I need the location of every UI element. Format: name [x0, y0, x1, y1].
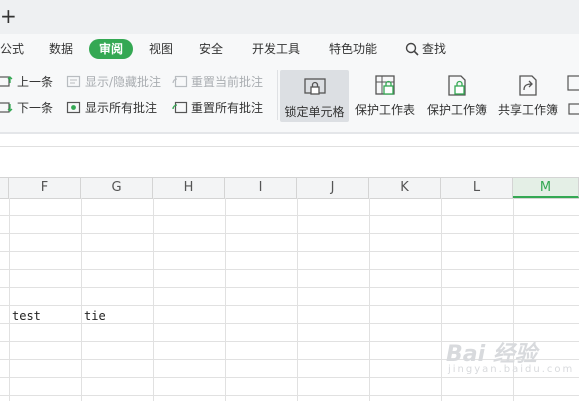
column-header-l[interactable]: L — [441, 178, 513, 198]
share-workbook-label: 共享工作簿 — [497, 103, 558, 117]
show-hide-comment-label: 显示/隐藏批注 — [85, 75, 162, 89]
column-header-m[interactable]: M — [513, 178, 579, 198]
title-bar — [0, 0, 579, 34]
ribbon-divider — [277, 70, 278, 120]
column-header-i[interactable]: I — [225, 178, 297, 198]
lock-cells-button[interactable]: 锁定单元格 — [280, 70, 349, 122]
protect-workbook-label: 保护工作簿 — [426, 103, 487, 117]
more-ribbon-icon[interactable] — [566, 74, 579, 122]
watermark-url: jingyan.baidu.com — [448, 364, 575, 375]
show-all-comments-icon — [66, 101, 81, 114]
lock-cells-icon — [303, 78, 326, 95]
reset-all-comments-icon — [172, 101, 188, 114]
tab-special-features[interactable]: 特色功能 — [329, 40, 377, 58]
show-hide-comment-button[interactable]: 显示/隐藏批注 — [66, 74, 161, 90]
protect-workbook-icon — [448, 75, 466, 96]
show-all-comments-button[interactable]: 显示所有批注 — [66, 100, 157, 116]
column-header-g[interactable]: G — [81, 178, 153, 198]
protect-workbook-button[interactable]: 保护工作簿 — [424, 70, 490, 122]
reset-all-comments-button[interactable]: 重置所有批注 — [172, 100, 263, 116]
show-all-comments-label: 显示所有批注 — [85, 101, 158, 115]
tab-formulas[interactable]: 公式 — [0, 40, 24, 58]
formula-bar[interactable] — [0, 134, 579, 167]
formula-bar-divider — [0, 146, 579, 147]
column-header-f[interactable]: F — [9, 178, 81, 198]
column-header-partial[interactable] — [0, 178, 9, 198]
reset-current-comment-button[interactable]: 重置当前批注 — [172, 74, 263, 90]
next-comment-icon — [0, 102, 13, 113]
next-comment-label: 下一条 — [17, 101, 54, 115]
tab-security[interactable]: 安全 — [199, 40, 223, 58]
protect-sheet-label: 保护工作表 — [354, 103, 415, 117]
prev-comment-icon — [0, 76, 13, 87]
ribbon-tabs: 公式 数据 审阅 视图 安全 开发工具 特色功能 查找 — [0, 34, 579, 64]
show-hide-comment-icon — [66, 75, 81, 88]
share-workbook-button[interactable]: 共享工作簿 — [495, 70, 561, 122]
tab-search-label: 查找 — [422, 42, 447, 56]
new-tab-button[interactable]: + — [0, 2, 17, 30]
search-icon — [405, 42, 419, 56]
column-header-k[interactable]: K — [369, 178, 441, 198]
next-comment-button[interactable]: 下一条 — [0, 100, 53, 116]
column-header-h[interactable]: H — [153, 178, 225, 198]
reset-current-comment-label: 重置当前批注 — [191, 75, 264, 89]
reset-all-comments-label: 重置所有批注 — [191, 101, 264, 115]
tab-review[interactable]: 审阅 — [89, 39, 134, 59]
tab-search[interactable]: 查找 — [405, 40, 446, 58]
protect-sheet-button[interactable]: 保护工作表 — [352, 70, 418, 122]
tab-developer[interactable]: 开发工具 — [252, 40, 300, 58]
column-header-row: F G H I J K L M — [0, 177, 579, 199]
prev-comment-label: 上一条 — [17, 75, 54, 89]
reset-current-comment-icon — [172, 75, 188, 88]
protect-sheet-icon — [375, 75, 395, 95]
cell-g7[interactable]: tie — [84, 308, 106, 324]
prev-comment-button[interactable]: 上一条 — [0, 74, 53, 90]
tab-data[interactable]: 数据 — [49, 40, 73, 58]
share-workbook-icon — [519, 75, 537, 96]
lock-cells-label: 锁定单元格 — [284, 105, 345, 119]
cell-f7[interactable]: test — [12, 308, 41, 324]
column-header-j[interactable]: J — [297, 178, 369, 198]
tab-view[interactable]: 视图 — [149, 40, 173, 58]
